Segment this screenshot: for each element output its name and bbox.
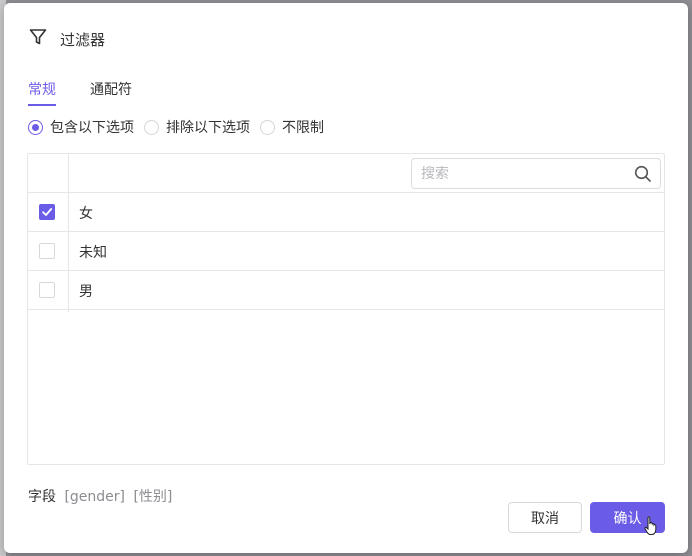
- values-table: 女 未知 男: [27, 153, 665, 465]
- table-row[interactable]: 男: [28, 271, 664, 310]
- row-label: 未知: [79, 245, 107, 261]
- dialog-header: 过滤器: [28, 27, 105, 51]
- column-divider: [68, 154, 69, 312]
- radio-exclude[interactable]: 排除以下选项: [144, 117, 250, 137]
- radio-include[interactable]: 包含以下选项: [28, 117, 134, 137]
- row-checkbox[interactable]: [39, 282, 55, 298]
- field-name: [gender]: [64, 489, 126, 505]
- radio-exclude-label: 排除以下选项: [166, 120, 250, 136]
- radio-circle[interactable]: [260, 119, 275, 135]
- dialog-title: 过滤器: [60, 30, 106, 49]
- radio-include-label: 包含以下选项: [50, 120, 134, 136]
- radio-circle-selected[interactable]: [28, 119, 43, 135]
- mouse-pointer-icon: [644, 516, 657, 535]
- filter-icon: [28, 27, 48, 51]
- radio-circle[interactable]: [144, 119, 159, 135]
- row-label: 男: [79, 284, 93, 300]
- filter-dialog: 过滤器 常规 通配符 包含以下选项 排除以下选项 不限制 搜索 女 未知 男 字…: [4, 3, 688, 553]
- search-input[interactable]: [412, 159, 622, 188]
- table-header-row: [28, 154, 664, 193]
- row-checkbox-checked[interactable]: [39, 204, 55, 220]
- radio-no-limit-label: 不限制: [282, 120, 324, 136]
- row-checkbox[interactable]: [39, 243, 55, 259]
- row-label: 女: [79, 206, 93, 222]
- field-info: 字段 [gender] [性别]: [28, 486, 172, 506]
- field-label: 字段: [28, 489, 56, 505]
- tab-wildcard[interactable]: 通配符: [90, 79, 132, 105]
- table-row[interactable]: 未知: [28, 232, 664, 271]
- tab-general[interactable]: 常规: [28, 79, 56, 106]
- filter-mode-radio-group: 包含以下选项 排除以下选项 不限制: [28, 117, 334, 137]
- tab-bar: 常规 通配符: [28, 79, 166, 106]
- field-alias: [性别]: [133, 489, 173, 505]
- search-icon[interactable]: [634, 165, 652, 183]
- table-row[interactable]: 女: [28, 193, 664, 232]
- search-box[interactable]: [411, 158, 661, 189]
- radio-no-limit[interactable]: 不限制: [260, 117, 324, 137]
- checkmark-icon: [42, 208, 53, 216]
- cancel-button[interactable]: 取消: [508, 502, 582, 533]
